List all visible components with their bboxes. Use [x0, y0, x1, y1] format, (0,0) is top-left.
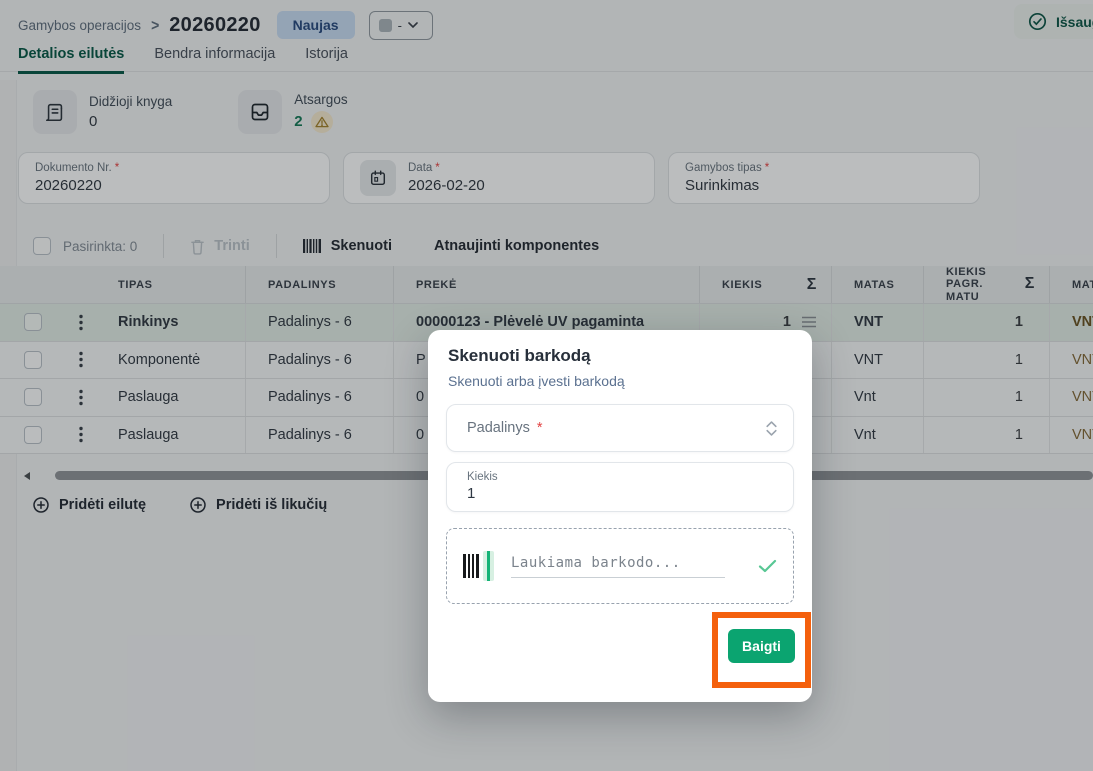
barcode-scan-icon [463, 551, 497, 581]
department-select-label: Padalinys * [467, 420, 766, 436]
app-root: Gamybos operacijos > 20260220 Naujas - I… [0, 0, 1093, 771]
modal-title: Skenuoti barkodą [448, 346, 591, 366]
scan-status-text: Laukiama barkodo... [511, 555, 725, 578]
quantity-field[interactable]: Kiekis 1 [446, 462, 794, 512]
check-icon [758, 559, 777, 573]
quantity-value: 1 [467, 485, 777, 502]
modal-subtitle: Skenuoti arba įvesti barkodą [448, 373, 625, 389]
quantity-label: Kiekis [467, 471, 777, 483]
department-select[interactable]: Padalinys * [446, 404, 794, 452]
finish-button[interactable]: Baigti [728, 629, 795, 663]
chevron-up-down-icon [766, 421, 777, 436]
barcode-scan-area[interactable]: Laukiama barkodo... [446, 528, 794, 604]
scan-barcode-modal: Skenuoti barkodą Skenuoti arba įvesti ba… [428, 330, 812, 702]
required-mark: * [537, 420, 543, 436]
